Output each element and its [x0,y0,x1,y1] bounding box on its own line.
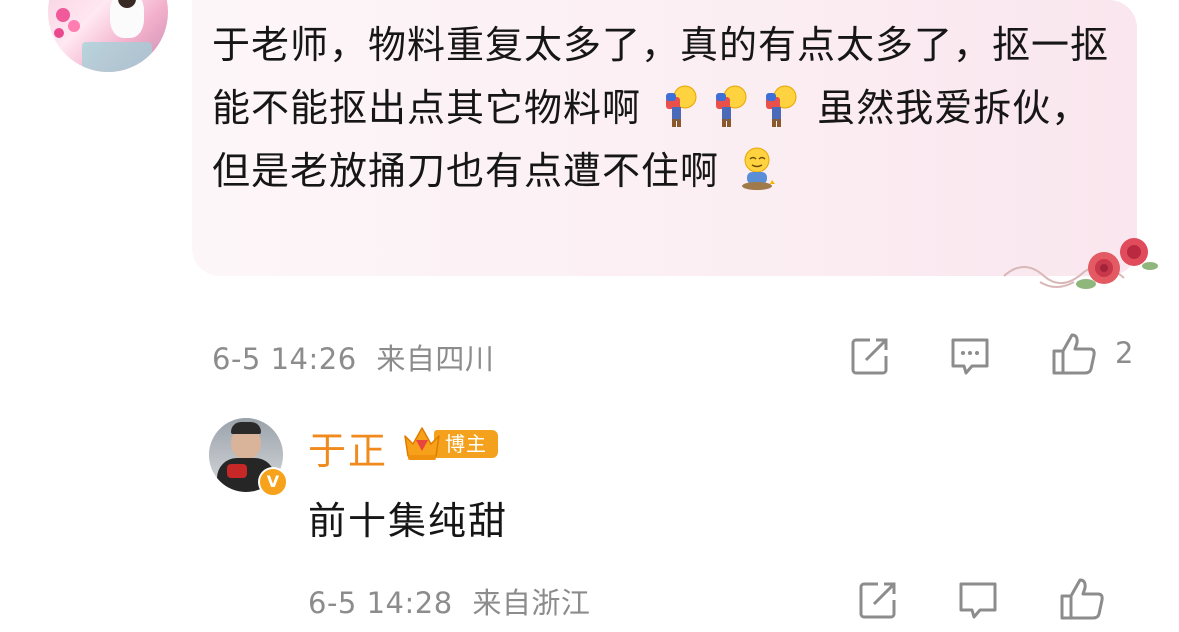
like-icon[interactable] [1058,576,1106,622]
comment-meta: 6-5 14:26 来自四川 [212,336,494,378]
comment-icon[interactable] [948,334,992,378]
reply-text: 前十集纯甜 [308,499,509,543]
like-icon[interactable] [1050,331,1098,377]
reply-author-name[interactable]: 于正 [308,420,388,475]
blogger-badge: 博主 [402,424,498,462]
comment-text: 于老师，物料重复太多了，真的有点太多了，抠一抠能不能抠出点其它物料啊 虽然我爱拆… [212,14,1117,203]
commenter-avatar[interactable] [48,0,168,72]
reply-meta: 6-5 14:28 来自浙江 [308,580,590,622]
bow-emoji-icon [716,85,747,127]
verified-badge: V [258,467,288,497]
comment-icon[interactable] [956,578,1000,622]
reply-location: 来自浙江 [472,586,591,620]
crown-icon [404,427,440,460]
comment-location: 来自四川 [376,342,495,376]
awkward-sit-emoji-icon [742,147,776,190]
reply-timestamp: 6-5 14:28 [308,586,453,620]
bow-emoji-icon [766,85,797,127]
bow-emoji-icon [666,85,697,127]
share-icon[interactable] [856,578,900,622]
like-count: 2 [1115,336,1134,370]
share-icon[interactable] [848,334,892,378]
rose-decoration-icon [1003,238,1158,289]
comment-timestamp: 6-5 14:26 [212,342,357,376]
blogger-badge-label: 博主 [434,430,498,458]
